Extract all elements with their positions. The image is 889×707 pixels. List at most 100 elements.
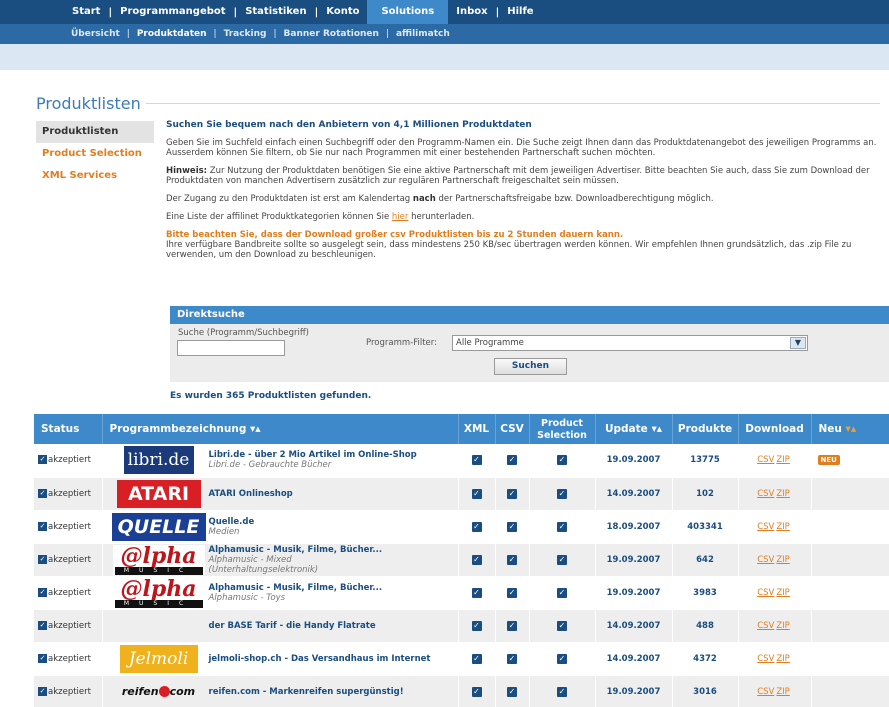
status-label: akzeptiert [48, 587, 91, 598]
subnav-item-1[interactable]: Produktdaten [130, 29, 214, 39]
checkbox-icon: ✓ [38, 686, 47, 696]
xml-cell: ✓ [458, 609, 496, 643]
program-logo[interactable]: @lpha MUSIC [112, 575, 205, 608]
col-csv[interactable]: CSV [495, 414, 530, 444]
zip-download-link[interactable]: ZIP [776, 455, 789, 465]
checkbox-icon: ✓ [557, 521, 567, 532]
program-logo[interactable]: @lpha MUSIC [112, 542, 205, 575]
program-cell: libri.de Libri.de - über 2 Mio Artikel im… [102, 444, 459, 478]
program-name-link[interactable]: Libri.de - über 2 Mio Artikel im Online-… [209, 450, 417, 460]
program-filter-select[interactable]: Alle Programme ▼ [452, 335, 808, 351]
csv-download-link[interactable]: CSV [757, 455, 774, 465]
product-count: 13775 [672, 444, 739, 478]
csv-download-link[interactable]: CSV [757, 654, 774, 664]
zip-download-link[interactable]: ZIP [776, 588, 789, 598]
program-name-link[interactable]: Alphamusic - Musik, Filme, Bücher... [209, 583, 383, 593]
ps-cell: ✓ [529, 510, 596, 544]
subnav-item-4[interactable]: affilimatch [389, 29, 457, 39]
program-cell: QUELLE Quelle.de Medien [102, 510, 459, 544]
program-name-link[interactable]: Quelle.de [209, 517, 255, 527]
csv-download-link[interactable]: CSV [757, 588, 774, 598]
program-logo[interactable]: libri.de [123, 446, 194, 475]
program-logo[interactable]: Jelmoli [119, 644, 198, 673]
csv-download-link[interactable]: CSV [757, 621, 774, 631]
program-name-link[interactable]: jelmoli-shop.ch - Das Versandhaus im Int… [209, 654, 431, 664]
checkbox-icon: ✓ [38, 554, 47, 564]
chevron-down-icon[interactable]: ▼ [790, 337, 806, 349]
program-name-link[interactable]: der BASE Tarif - die Handy Flatrate [209, 621, 376, 631]
program-name-link[interactable]: reifen.com - Markenreifen supergünstig! [209, 687, 404, 697]
subnav-item-2[interactable]: Tracking [217, 29, 274, 39]
col-program-name[interactable]: Programmbezeichnung ▾▴ [102, 414, 459, 444]
product-count: 403341 [672, 510, 739, 544]
topnav-item-konto[interactable]: Konto [318, 0, 367, 24]
warning-text: Ihre verfügbare Bandbreite sollte so aus… [166, 240, 852, 260]
csv-download-link[interactable]: CSV [757, 687, 774, 697]
checkbox-icon: ✓ [507, 587, 517, 598]
col-update[interactable]: Update ▾▴ [595, 414, 673, 444]
download-cell: CSV ZIP [738, 543, 812, 577]
hint-text: Zur Nutzung der Produktdaten benötigen S… [166, 166, 870, 186]
checkbox-icon: ✓ [507, 488, 517, 499]
zip-download-link[interactable]: ZIP [776, 489, 789, 499]
topnav-item-start[interactable]: Start [64, 0, 108, 24]
logo-subtext: MUSIC [114, 599, 203, 608]
update-date: 19.09.2007 [595, 576, 673, 610]
zip-download-link[interactable]: ZIP [776, 522, 789, 532]
status-label: akzeptiert [48, 521, 91, 532]
topnav-item-statistiken[interactable]: Statistiken [237, 0, 314, 24]
search-input[interactable] [177, 340, 285, 356]
program-cell: @lpha MUSIC Alphamusic - Musik, Filme, Büc… [102, 575, 459, 610]
access-text-pre: Der Zugang zu den Produktdaten ist erst … [166, 194, 413, 204]
program-logo[interactable]: QUELLE [111, 512, 206, 541]
col-product-selection[interactable]: Product Selection [529, 414, 596, 444]
checkbox-icon: ✓ [557, 488, 567, 499]
new-badge: NEU [817, 455, 840, 466]
subnav-item-0[interactable]: Übersicht [64, 29, 127, 39]
csv-download-link[interactable]: CSV [757, 555, 774, 565]
sort-icon[interactable]: ▾▴ [651, 423, 662, 435]
logo-text: @lpha [120, 575, 197, 602]
csv-download-link[interactable]: CSV [757, 489, 774, 499]
checkbox-icon: ✓ [38, 488, 47, 498]
topnav-item-solutions[interactable]: Solutions [367, 0, 449, 24]
neu-cell [811, 477, 889, 511]
program-logo[interactable]: ATARI [116, 479, 201, 508]
col-neu-label: Neu [818, 423, 842, 435]
category-list-link[interactable]: hier [392, 212, 408, 222]
col-xml[interactable]: XML [458, 414, 496, 444]
logo-text: @lpha [120, 542, 197, 569]
col-ps-line1: Product [541, 418, 583, 429]
program-logo[interactable]: reifen com [112, 678, 206, 706]
program-name-link[interactable]: Alphamusic - Musik, Filme, Bücher... [209, 545, 383, 555]
topnav-item-programmangebot[interactable]: Programmangebot [112, 0, 233, 24]
col-produkte[interactable]: Produkte [672, 414, 739, 444]
col-status[interactable]: Status [34, 414, 103, 444]
sidebar-item-1[interactable]: Product Selection [36, 143, 154, 165]
col-neu[interactable]: Neu ▾▴ [811, 414, 889, 444]
neu-cell [811, 543, 889, 577]
zip-download-link[interactable]: ZIP [776, 654, 789, 664]
search-button[interactable]: Suchen [494, 358, 567, 375]
program-filter-label: Programm-Filter: [366, 338, 437, 348]
sort-icon[interactable]: ▾▴ [846, 423, 857, 435]
zip-download-link[interactable]: ZIP [776, 687, 789, 697]
list-text-pre: Eine Liste der affilinet Produktkategori… [166, 212, 392, 222]
topnav-item-inbox[interactable]: Inbox [448, 0, 495, 24]
ps-cell: ✓ [529, 444, 596, 478]
checkbox-icon: ✓ [557, 554, 567, 565]
csv-cell: ✓ [495, 675, 530, 707]
header-band [0, 44, 889, 70]
program-subtitle: Libri.de - Gebrauchte Bücher [208, 460, 332, 471]
csv-download-link[interactable]: CSV [757, 522, 774, 532]
warning-headline: Bitte beachten Sie, dass der Download gr… [166, 230, 624, 240]
sidebar-item-0[interactable]: Produktlisten [36, 121, 154, 143]
zip-download-link[interactable]: ZIP [776, 555, 789, 565]
program-name-link[interactable]: ATARI Onlineshop [209, 489, 293, 499]
topnav-item-hilfe[interactable]: Hilfe [499, 0, 541, 24]
sidebar-item-2[interactable]: XML Services [36, 165, 154, 187]
sort-icon[interactable]: ▾▴ [250, 423, 261, 435]
subnav-item-3[interactable]: Banner Rotationen [277, 29, 386, 39]
product-count: 102 [672, 477, 739, 511]
zip-download-link[interactable]: ZIP [776, 621, 789, 631]
